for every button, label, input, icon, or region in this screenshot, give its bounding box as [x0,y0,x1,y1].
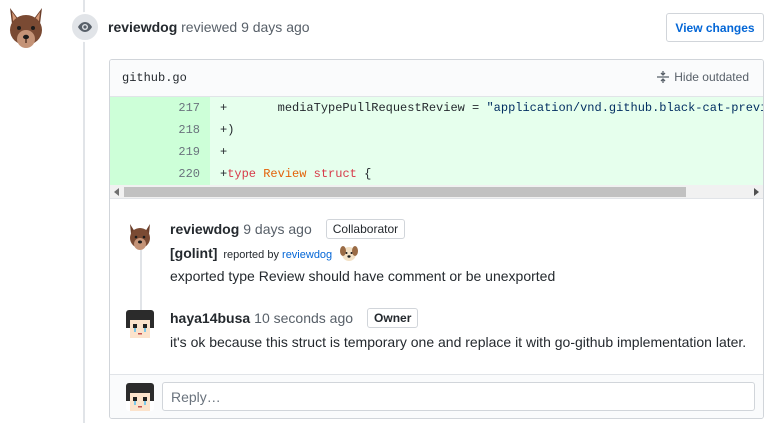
diff-indent [227,101,277,115]
comment-body: it's ok because this struct is temporary… [170,334,747,350]
comment-time[interactable]: 9 days ago [243,221,312,237]
line-number[interactable]: 219 [110,141,210,163]
diff-text: ) [227,123,235,137]
reported-by-prefix: reported by [223,249,279,262]
hide-outdated-button[interactable]: Hide outdated [656,70,749,84]
diff-code: +type Review struct { [210,163,371,185]
comment-header: haya14busa 10 seconds ago Owner [170,308,419,328]
dog-avatar-icon [339,244,359,265]
eye-icon [70,12,100,42]
diff-code: + mediaTypePullRequestReview = "applicat… [210,97,763,119]
review-file-box: github.go Hide outdated 217 + mediaTypeP… [109,59,764,419]
user-avatar-icon [126,383,154,411]
diff-line: 217 + mediaTypePullRequestReview = "appl… [110,97,763,119]
line-number[interactable]: 218 [110,119,210,141]
diff-keyword: type [227,167,257,181]
line-number[interactable]: 220 [110,163,210,185]
scroll-left-icon[interactable] [114,188,119,196]
reply-bar [110,374,763,418]
owner-badge: Owner [367,308,419,328]
diff-line: 219 + [110,141,763,163]
file-header: github.go Hide outdated [110,60,763,97]
comment-body: exported type Review should have comment… [170,268,556,284]
comment-header: reviewdog 9 days ago Collaborator [170,219,406,239]
diff-code: +) [210,119,234,141]
diff-hunk: 217 + mediaTypePullRequestReview = "appl… [110,97,763,185]
reported-by: reported by reviewdog [223,249,335,261]
scroll-right-icon[interactable] [754,188,759,196]
golint-tag: [golint] [170,245,218,262]
diff-line: 218 +) [110,119,763,141]
comment-time[interactable]: 10 seconds ago [254,310,353,326]
review-time[interactable]: 9 days ago [241,19,310,35]
review-author[interactable]: reviewdog [108,19,177,35]
diff-string: "application/vnd.github.black-cat-previe… [486,101,763,115]
collaborator-badge: Collaborator [325,219,406,239]
diff-prefix: + [220,145,228,159]
diff-type-name: Review [263,167,307,181]
timeline-line [83,0,85,423]
diff-text: mediaTypePullRequestReview = [277,101,487,115]
wolf-avatar-icon[interactable] [6,6,46,50]
scroll-thumb[interactable] [124,187,686,197]
hide-outdated-label: Hide outdated [674,70,749,84]
comment-author[interactable]: reviewdog [170,221,239,237]
user-avatar-icon[interactable] [126,310,154,338]
review-action: reviewed [181,19,238,35]
reply-input[interactable] [162,382,755,411]
reported-by-link[interactable]: reviewdog [282,249,332,261]
diff-code: + [210,141,227,163]
line-number[interactable]: 217 [110,97,210,119]
horizontal-scrollbar[interactable] [110,185,763,199]
diff-keyword: struct [313,167,357,181]
comment-author[interactable]: haya14busa [170,310,250,326]
diff-line: 220 +type Review struct { [110,163,763,185]
comment-tag-line: [golint] reported by reviewdog [170,244,359,265]
fold-icon [657,71,670,83]
diff-brace: { [364,167,372,181]
wolf-avatar-icon[interactable] [126,222,154,250]
file-name[interactable]: github.go [122,71,187,85]
review-header: reviewdog reviewed 9 days ago [108,19,310,35]
view-changes-button[interactable]: View changes [666,13,764,42]
